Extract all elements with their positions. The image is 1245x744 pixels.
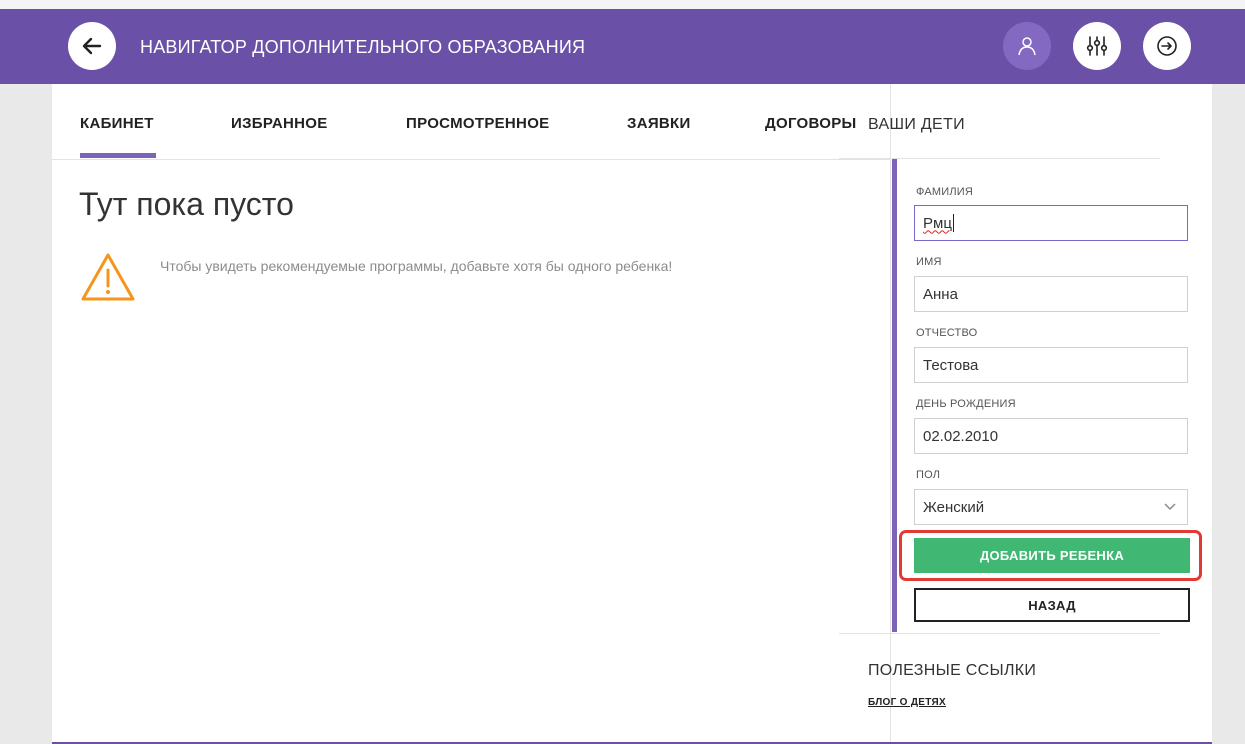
useful-links-title: ПОЛЕЗНЫЕ ССЫЛКИ: [868, 662, 1037, 679]
name-label: ИМЯ: [916, 256, 942, 268]
tab-favorites[interactable]: ИЗБРАННОЕ: [231, 115, 328, 132]
name-field[interactable]: Анна: [914, 276, 1188, 312]
tab-viewed[interactable]: ПРОСМОТРЕННОЕ: [406, 115, 549, 132]
warning-icon: [79, 251, 137, 308]
patronymic-label: ОТЧЕСТВО: [916, 327, 978, 339]
arrow-left-icon: [82, 37, 102, 55]
sidebar-title: ВАШИ ДЕТИ: [868, 116, 965, 133]
gender-select[interactable]: Женский: [914, 489, 1188, 525]
link-child-blog[interactable]: БЛОГ О ДЕТЯХ: [868, 697, 946, 708]
sliders-icon: [1086, 36, 1108, 56]
back-form-button[interactable]: НАЗАД: [914, 588, 1190, 622]
filter-button[interactable]: [1073, 22, 1121, 70]
gender-label: ПОЛ: [916, 469, 941, 481]
logout-button[interactable]: [1143, 22, 1191, 70]
sidebar-separator: [839, 158, 1160, 159]
surname-value: Рмц: [923, 214, 952, 232]
tab-cabinet[interactable]: КАБИНЕТ: [80, 115, 154, 132]
links-separator: [839, 633, 1160, 634]
birthday-label: ДЕНЬ РОЖДЕНИЯ: [916, 398, 1016, 410]
app-header: НАВИГАТОР ДОПОЛНИТЕЛЬНОГО ОБРАЗОВАНИЯ: [0, 9, 1245, 84]
form-accent-bar: [892, 159, 897, 632]
tab-contracts[interactable]: ДОГОВОРЫ: [765, 115, 857, 132]
empty-state-title: Тут пока пусто: [79, 186, 294, 222]
sidebar-divider: [890, 84, 891, 744]
surname-field[interactable]: Рмц: [914, 205, 1188, 241]
birthday-field[interactable]: 02.02.2010: [914, 418, 1188, 454]
highlight-frame: [899, 530, 1202, 581]
gender-value: Женский: [923, 498, 985, 516]
back-button[interactable]: [68, 22, 116, 70]
surname-label: ФАМИЛИЯ: [916, 186, 973, 198]
chevron-down-icon: [1164, 503, 1176, 511]
content-panel: КАБИНЕТ ИЗБРАННОЕ ПРОСМОТРЕННОЕ ЗАЯВКИ Д…: [52, 84, 1212, 744]
patronymic-value: Тестова: [923, 356, 979, 374]
tab-bar: КАБИНЕТ ИЗБРАННОЕ ПРОСМОТРЕННОЕ ЗАЯВКИ Д…: [52, 84, 890, 160]
patronymic-field[interactable]: Тестова: [914, 347, 1188, 383]
active-tab-indicator: [80, 153, 156, 158]
text-cursor: [952, 214, 954, 232]
top-strip: [0, 0, 1245, 9]
user-icon: [1018, 37, 1036, 56]
empty-state-message: Чтобы увидеть рекомендуемые программы, д…: [160, 258, 673, 274]
app-title[interactable]: НАВИГАТОР ДОПОЛНИТЕЛЬНОГО ОБРАЗОВАНИЯ: [140, 37, 585, 58]
name-value: Анна: [923, 285, 958, 303]
birthday-value: 02.02.2010: [923, 427, 999, 445]
profile-button[interactable]: [1003, 22, 1051, 70]
tab-applications[interactable]: ЗАЯВКИ: [627, 115, 691, 132]
arrow-right-circle-icon: [1157, 36, 1177, 56]
